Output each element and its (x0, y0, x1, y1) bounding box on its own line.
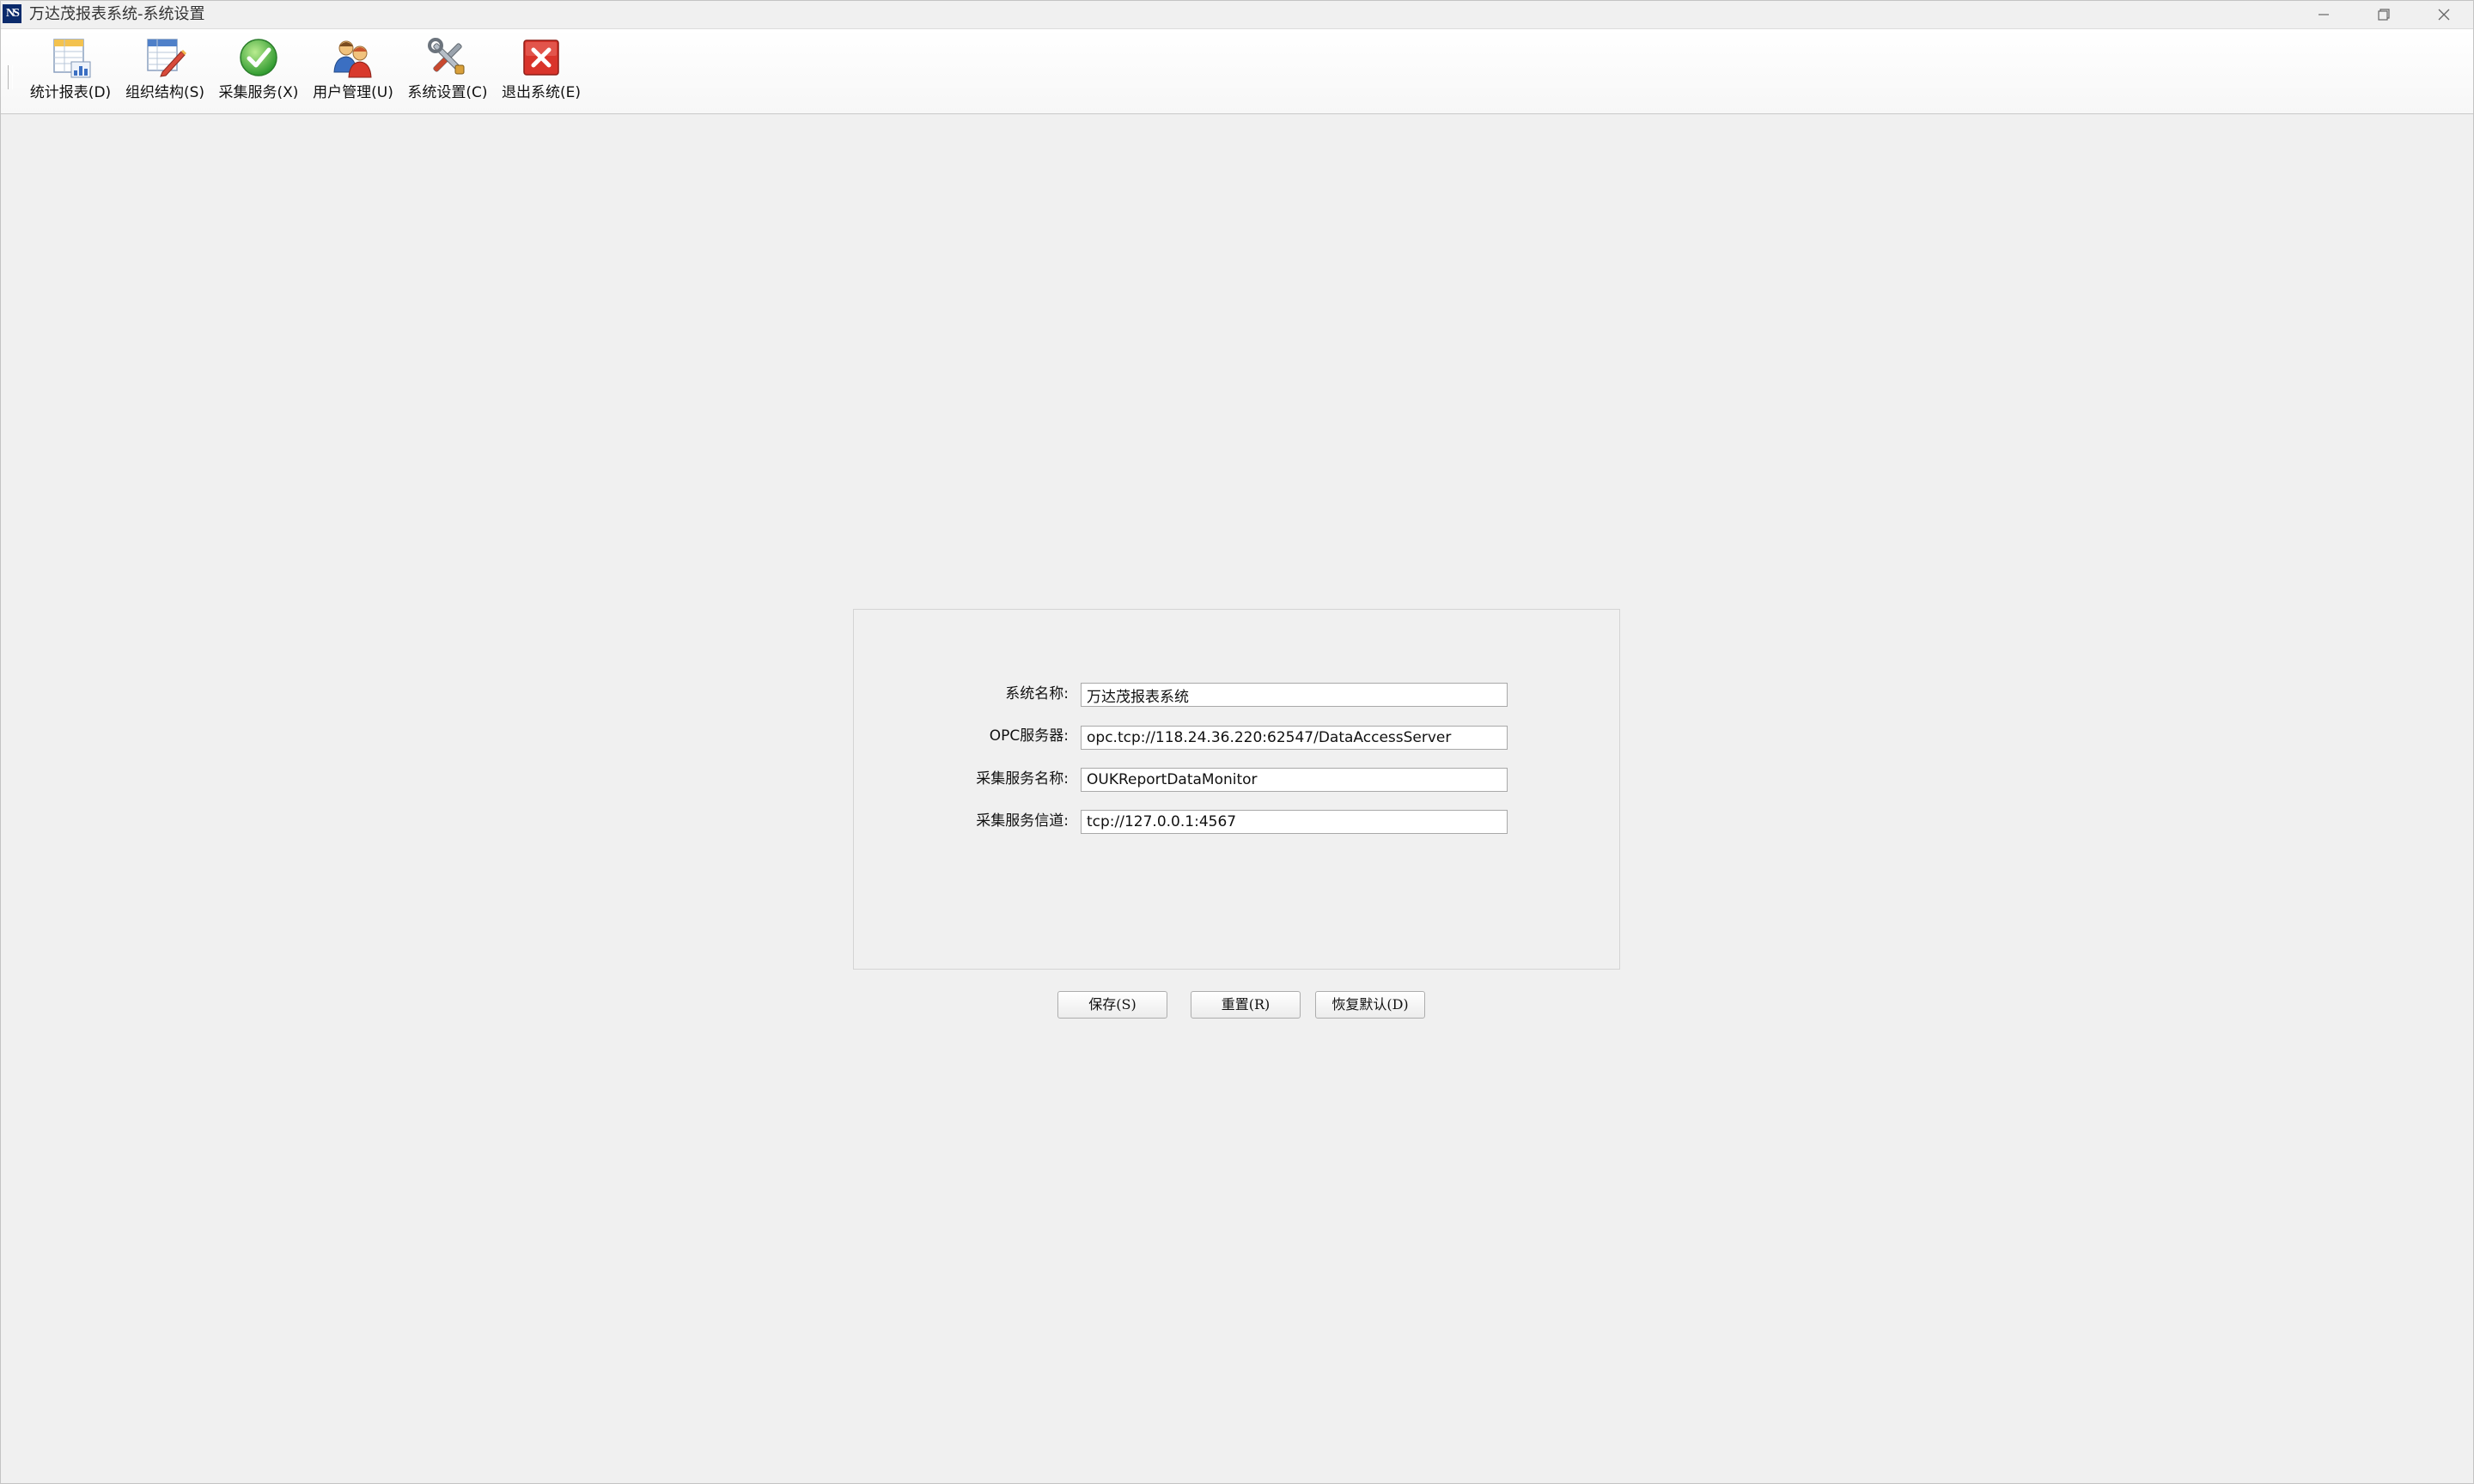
opc-server-label: OPC服务器: (989, 727, 1069, 745)
tools-icon (428, 38, 465, 75)
toolbar-settings-button[interactable]: 系统设置(C) (403, 34, 492, 108)
title-bar: NS 万达茂报表系统-系统设置 (0, 0, 2474, 28)
window-title: 万达茂报表系统-系统设置 (29, 5, 205, 23)
toolbar-report-label: 统计报表(D) (29, 84, 112, 101)
app-logo-icon: NS (3, 4, 21, 23)
reset-button[interactable]: 重置(R) (1191, 991, 1301, 1019)
toolbar-report-button[interactable]: 统计报表(D) (26, 34, 115, 108)
users-icon (333, 40, 372, 78)
toolbar-exit-label: 退出系统(E) (501, 84, 581, 101)
toolbar-org-button[interactable]: 组织结构(S) (120, 34, 210, 108)
save-button[interactable]: 保存(S) (1057, 991, 1167, 1019)
toolbar-settings-label: 系统设置(C) (407, 84, 488, 101)
opc-server-input[interactable] (1081, 726, 1508, 750)
restore-button[interactable] (2354, 0, 2414, 28)
collect-service-channel-input[interactable] (1081, 810, 1508, 834)
report-chart-icon (53, 39, 91, 78)
collect-service-name-input[interactable] (1081, 768, 1508, 792)
close-icon (2438, 9, 2450, 20)
restore-icon (2378, 8, 2390, 21)
restore-default-button[interactable]: 恢复默认(D) (1315, 991, 1425, 1019)
collect-service-name-label: 采集服务名称: (976, 770, 1069, 788)
toolbar-users-button[interactable]: 用户管理(U) (308, 34, 398, 108)
org-structure-edit-icon (147, 39, 186, 77)
main-toolbar: 统计报表(D) 组织结构(S) 采集服务(X) 用户管理(U) 系统设置(C) … (0, 28, 2474, 114)
toolbar-exit-button[interactable]: 退出系统(E) (497, 34, 586, 108)
toolbar-collect-label: 采集服务(X) (218, 84, 299, 101)
toolbar-org-label: 组织结构(S) (125, 84, 205, 101)
red-exit-icon (523, 40, 559, 76)
system-name-label: 系统名称: (1005, 685, 1069, 702)
toolbar-grip[interactable] (8, 65, 13, 89)
close-button[interactable] (2414, 0, 2474, 28)
minimize-button[interactable] (2294, 0, 2354, 28)
system-name-input[interactable] (1081, 683, 1508, 707)
toolbar-collect-button[interactable]: 采集服务(X) (214, 34, 303, 108)
green-check-icon (240, 39, 277, 76)
toolbar-users-label: 用户管理(U) (313, 84, 393, 101)
minimize-icon (2319, 13, 2329, 15)
collect-service-channel-label: 采集服务信道: (976, 812, 1069, 830)
